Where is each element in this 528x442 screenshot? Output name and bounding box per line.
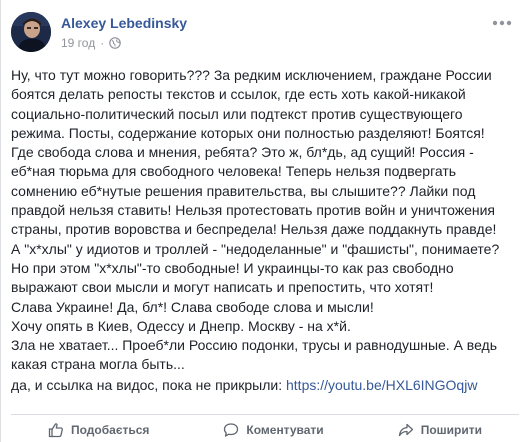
like-button[interactable]: Подобається — [48, 422, 149, 438]
actions-divider — [11, 414, 519, 415]
share-button[interactable]: Поширити — [398, 422, 482, 438]
post-header: Alexey Lebedinsky 19 год · — [11, 12, 519, 56]
more-horizontal-icon — [492, 20, 512, 26]
share-label: Поширити — [420, 423, 482, 437]
author-name[interactable]: Alexey Lebedinsky — [61, 15, 187, 31]
link-prefix: да, и ссылка на видос, пока не прикрыли: — [11, 377, 286, 393]
post-meta: 19 год · — [61, 36, 122, 50]
facebook-post: Alexey Lebedinsky 19 год · Ну, что тут м… — [0, 0, 528, 442]
avatar[interactable] — [11, 12, 51, 52]
video-link[interactable]: https://youtu.be/HXL6INGOqjw — [286, 377, 477, 393]
comment-icon — [224, 423, 239, 437]
avatar-image — [11, 12, 51, 52]
post-actions: Подобається Коментувати Поширити — [11, 418, 519, 442]
post-text: Ну, что тут можно говорить??? За редким … — [11, 67, 500, 373]
more-options-button[interactable] — [491, 16, 513, 30]
comment-label: Коментувати — [246, 423, 324, 437]
share-icon — [398, 423, 413, 437]
thumbs-up-icon — [48, 423, 63, 438]
post-time[interactable]: 19 год — [61, 36, 95, 50]
post-link-line: да, и ссылка на видос, пока не прикрыли:… — [11, 376, 517, 395]
meta-separator: · — [100, 36, 105, 50]
post-body: Ну, что тут можно говорить??? За редким … — [11, 66, 517, 375]
globe-icon[interactable] — [109, 37, 122, 49]
comment-button[interactable]: Коментувати — [223, 422, 324, 438]
like-label: Подобається — [71, 423, 150, 437]
